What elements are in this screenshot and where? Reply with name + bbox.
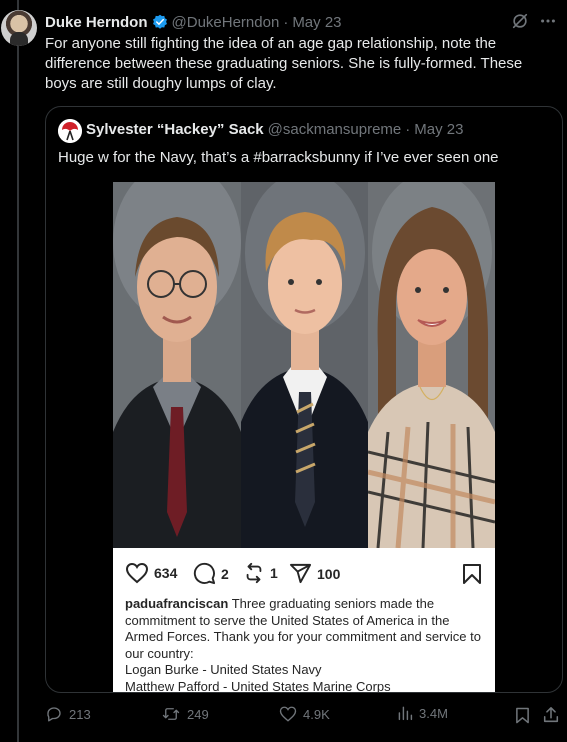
more-icon[interactable]: [539, 12, 557, 30]
instagram-screenshot[interactable]: 634 2 1 100 paduafranciscan Three gradua…: [113, 182, 495, 692]
send-icon: [289, 563, 312, 584]
insta-repost[interactable]: 1: [243, 562, 278, 584]
portrait-right: [368, 182, 495, 548]
repost-icon: [246, 562, 262, 584]
quoted-author-avatar[interactable]: [58, 119, 82, 143]
views-count: 3.4M: [419, 705, 448, 721]
insta-shares-count: 100: [317, 565, 341, 582]
quoted-date[interactable]: May 23: [414, 121, 463, 138]
like-button[interactable]: 4.9K: [279, 705, 330, 723]
repost-count: 249: [187, 706, 209, 722]
views-button[interactable]: 3.4M: [397, 705, 448, 721]
repost-button[interactable]: 249: [161, 705, 209, 723]
quoted-author-handle[interactable]: @sackmansupreme: [268, 121, 402, 138]
tweet-text: For anyone still fighting the idea of an…: [45, 35, 523, 92]
separator-dot: ·: [283, 13, 289, 31]
instagram-caption: paduafranciscan Three graduating seniors…: [125, 596, 487, 692]
tweet-header: Duke Herndon @DukeHerndon · May 23: [45, 12, 342, 32]
share-icon[interactable]: [542, 706, 560, 724]
quoted-text: Huge w for the Navy, that’s a #barracksb…: [58, 149, 499, 166]
grok-icon[interactable]: [511, 12, 529, 30]
insta-likes-count: 634: [154, 565, 178, 581]
comment-icon: [193, 562, 216, 585]
views-icon: [398, 706, 413, 721]
quoted-author-name[interactable]: Sylvester “Hackey” Sack: [86, 121, 264, 138]
reply-count: 213: [69, 706, 91, 722]
heart-icon: [125, 562, 149, 584]
portrait-center: [241, 182, 368, 548]
insta-like[interactable]: 634: [125, 562, 177, 584]
author-name[interactable]: Duke Herndon: [45, 14, 148, 31]
hacky-sack-logo-icon: [58, 119, 82, 143]
reply-button[interactable]: 213: [45, 705, 91, 723]
repost-icon: [162, 708, 180, 720]
insta-comments-count: 2: [221, 565, 229, 582]
bookmark-icon[interactable]: [515, 707, 530, 724]
verified-badge-icon: [152, 14, 167, 29]
thread-line: [17, 0, 19, 742]
quoted-header: Sylvester “Hackey” Sack @sackmansupreme …: [86, 121, 463, 138]
caption-line-1: Logan Burke - United States Navy: [125, 662, 322, 677]
caption-line-2: Matthew Pafford - United States Marine C…: [125, 678, 391, 693]
like-count: 4.9K: [303, 706, 330, 722]
reply-icon: [47, 707, 61, 722]
tweet-actions: 213 249 4.9K 3.4M: [45, 705, 561, 727]
quoted-separator-dot: ·: [405, 121, 411, 138]
insta-comment[interactable]: 2: [193, 562, 229, 585]
like-icon: [279, 706, 297, 722]
top-icons: [511, 12, 557, 30]
instagram-actions: 634 2 1 100: [113, 548, 495, 594]
insta-share[interactable]: 100: [289, 562, 340, 585]
author-avatar[interactable]: [1, 10, 37, 46]
insta-reposts-count: 1: [270, 565, 278, 581]
portrait-left: [113, 182, 241, 548]
tweet-date[interactable]: May 23: [292, 14, 341, 31]
author-handle[interactable]: @DukeHerndon: [172, 14, 280, 31]
portrait-photos: [113, 182, 495, 548]
caption-username[interactable]: paduafranciscan: [125, 596, 228, 611]
insta-bookmark-icon[interactable]: [462, 563, 482, 585]
quoted-tweet[interactable]: Sylvester “Hackey” Sack @sackmansupreme …: [45, 106, 563, 693]
